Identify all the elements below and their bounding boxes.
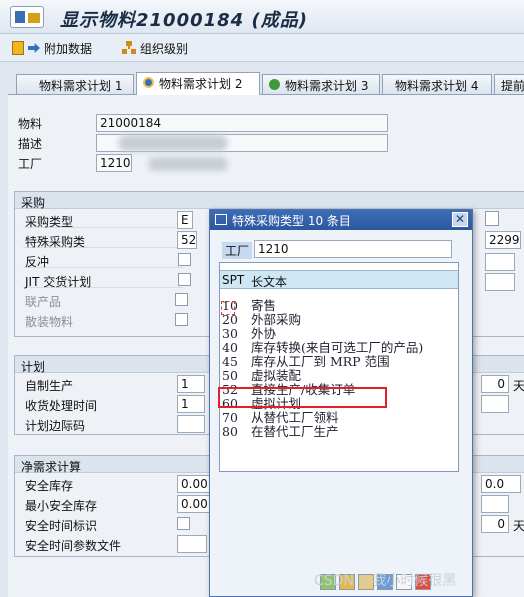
day-unit-label-2: 天	[513, 519, 524, 533]
right-field[interactable]: 2299	[485, 231, 521, 249]
gr-time-field[interactable]: 1	[177, 395, 205, 413]
safety-time-profile-label: 安全时间参数文件	[25, 539, 122, 553]
list-item[interactable]: 10 寄售	[220, 299, 458, 313]
right-field-3[interactable]	[485, 273, 515, 291]
status-icon	[143, 77, 154, 88]
window-icon	[215, 214, 227, 225]
dialog-plant-field[interactable]: 1210	[254, 240, 452, 258]
day-unit-label: 天	[513, 379, 524, 393]
min-safety-stock-label: 最小安全库存	[25, 499, 98, 513]
safety-time-profile-field[interactable]	[177, 535, 207, 553]
gr-time-label: 收货处理时间	[25, 399, 98, 413]
list-item[interactable]: 80 在替代工厂生产	[220, 425, 458, 439]
description-label: 描述	[18, 137, 43, 151]
proc-type-field[interactable]: E	[177, 211, 193, 229]
tab-mrp1-label: 物料需求计划 1	[39, 79, 123, 93]
close-icon[interactable]: ✕	[452, 212, 468, 227]
dialog-title: 特殊采购类型 10 条目	[232, 214, 351, 228]
check-icon	[269, 79, 280, 90]
material-label: 物料	[18, 117, 43, 131]
safety-time-ind-checkbox[interactable]	[177, 517, 190, 530]
org-levels-button[interactable]: 组织级别	[122, 39, 188, 57]
col-spt[interactable]: SPT	[222, 273, 244, 287]
bulk-material-checkbox[interactable]	[175, 313, 188, 326]
safety-time-ind-label: 安全时间标识	[25, 519, 98, 533]
dialog-header: 特殊采购类型 10 条目 ✕	[210, 210, 472, 230]
tab-mrp2[interactable]: 物料需求计划 2	[136, 72, 260, 95]
special-proc-label: 特殊采购类	[25, 235, 86, 249]
additional-data-button[interactable]: 附加数据	[12, 39, 92, 57]
material-field[interactable]: 21000184	[96, 114, 388, 132]
app-icon	[10, 6, 44, 28]
result-list: SPT 长文本 10 寄售 20 外部采购 30 外协 40 库存转换(来自可选工厂的产…	[219, 262, 459, 472]
list-header: SPT 长文本	[220, 270, 458, 289]
arrow-right-icon	[28, 43, 40, 53]
backflush-label: 反冲	[25, 255, 50, 269]
additional-data-label: 附加数据	[44, 41, 93, 56]
tab-lead[interactable]: 提前	[494, 74, 524, 94]
focus-marker	[221, 301, 235, 315]
list-item[interactable]: 50 虚拟装配	[220, 369, 458, 383]
tab-mrp3[interactable]: 物料需求计划 3	[262, 74, 380, 94]
dialog-plant-label: 工厂	[222, 242, 253, 259]
proc-type-label: 采购类型	[25, 215, 74, 229]
toolbar: 附加数据 组织级别	[0, 34, 524, 62]
list-item[interactable]: 40 库存转换(来自可选工厂的产品)	[220, 341, 458, 355]
right-checkbox[interactable]	[485, 211, 499, 226]
coproduct-checkbox[interactable]	[175, 293, 188, 306]
redacted-blur	[118, 135, 228, 151]
margin-key-label: 计划边际码	[25, 419, 86, 433]
window-title: 显示物料21000184 (成品)	[60, 10, 308, 31]
list-item[interactable]: 45 库存从工厂到 MRP 范围	[220, 355, 458, 369]
plant-label: 工厂	[18, 157, 43, 171]
tab-mrp3-label: 物料需求计划 3	[285, 79, 369, 93]
jit-checkbox[interactable]	[178, 273, 191, 286]
inhouse-label: 自制生产	[25, 379, 74, 393]
watermark: CSDN @我小时候很黑	[314, 573, 457, 589]
org-levels-label: 组织级别	[140, 41, 189, 56]
plant-field[interactable]: 1210	[96, 154, 132, 172]
jit-label: JIT 交货计划	[25, 275, 92, 289]
tab-mrp4[interactable]: 物料需求计划 4	[382, 74, 492, 94]
right-planning-field[interactable]: 0	[481, 375, 509, 393]
backflush-checkbox[interactable]	[178, 253, 191, 266]
tab-mrp4-label: 物料需求计划 4	[395, 79, 479, 93]
safety-stock-label: 安全库存	[25, 479, 74, 493]
list-item[interactable]: 70 从替代工厂领料	[220, 411, 458, 425]
right-net-field-2[interactable]	[481, 495, 509, 513]
right-net-field[interactable]: 0.0	[481, 475, 521, 493]
org-structure-icon	[122, 41, 136, 55]
coproduct-label: 联产品	[25, 295, 62, 309]
tab-mrp1[interactable]: 物料需求计划 1	[16, 74, 134, 94]
tab-mrp2-label: 物料需求计划 2	[159, 77, 243, 91]
col-long-text[interactable]: 长文本	[251, 273, 287, 290]
list-item[interactable]: 30 外协	[220, 327, 458, 341]
redacted-blur	[148, 157, 228, 171]
inhouse-field[interactable]: 1	[177, 375, 205, 393]
highlight-box	[218, 387, 387, 408]
tab-lead-label: 提前	[501, 79, 524, 93]
document-icon	[12, 41, 24, 55]
bulk-material-label: 散装物料	[25, 315, 74, 329]
special-proc-field[interactable]: 52	[177, 231, 197, 249]
procurement-title: 采购	[15, 192, 524, 210]
title-bar: 显示物料21000184 (成品)	[0, 0, 524, 34]
margin-key-field[interactable]	[177, 415, 205, 433]
tab-strip: 物料需求计划 1 物料需求计划 2 物料需求计划 3 物料需求计划 4 提前	[0, 72, 524, 95]
list-item[interactable]: 20 外部采购	[220, 313, 458, 327]
right-planning-field-2[interactable]	[481, 395, 509, 413]
right-net-field-3[interactable]: 0	[481, 515, 509, 533]
right-field-2[interactable]	[485, 253, 515, 271]
